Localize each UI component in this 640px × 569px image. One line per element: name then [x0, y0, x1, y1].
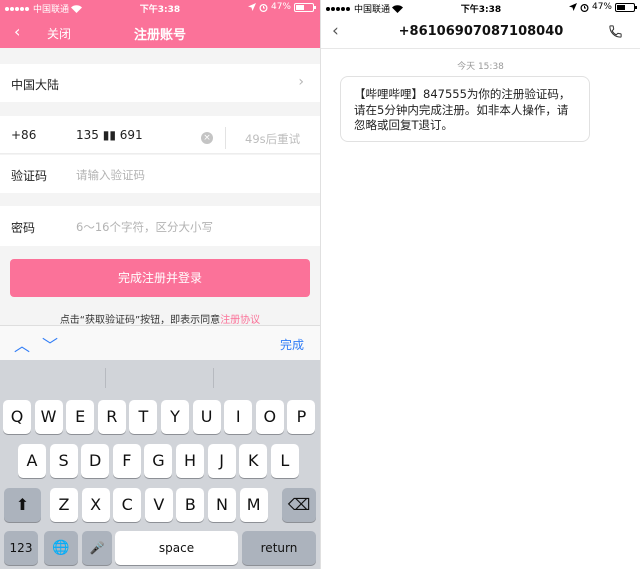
page-title: 注册账号 [133, 28, 186, 43]
key-y[interactable]: Y [161, 400, 189, 434]
key-f[interactable]: F [112, 444, 141, 478]
phone-input[interactable]: 135 ▮▮ 691 [76, 128, 143, 142]
clear-icon[interactable]: × [201, 132, 213, 144]
region-selector[interactable]: 中国大陆 › [0, 64, 320, 102]
numbers-key[interactable]: 123 [4, 531, 38, 565]
key-n[interactable]: N [208, 488, 236, 522]
return-key[interactable]: return [242, 531, 316, 565]
shift-key[interactable]: ⬆ [4, 488, 41, 522]
key-x[interactable]: X [81, 488, 110, 522]
mic-key[interactable]: 🎤 [82, 531, 112, 565]
previous-field-icon[interactable]: ︿ [14, 332, 30, 356]
alarm-icon [259, 3, 268, 12]
sms-screen: 中国联通 下午3:38 47% ‹ +86106907087108040 今天 … [320, 0, 640, 569]
resend-countdown[interactable]: 49s后重试 [245, 131, 300, 147]
key-b[interactable]: B [176, 488, 205, 522]
message-bubble: 【哔哩哔哩】847555为你的注册验证码，请在5分钟内完成注册。如非本人操作，请… [340, 76, 590, 142]
sender-number: +86106907087108040 [398, 24, 564, 39]
phone-icon[interactable] [608, 24, 623, 39]
key-i[interactable]: I [224, 400, 253, 434]
delete-key[interactable]: ⌫ [282, 488, 316, 522]
keyboard-toolbar: ︿ ﹀ 完成 [0, 325, 320, 360]
key-j[interactable]: J [207, 444, 236, 478]
agreement-text: 点击“获取验证码”按钮，即表示同意注册协议 [0, 311, 320, 326]
status-bar: 中国联通 下午3:38 47% [0, 0, 320, 16]
keyboard: ⬆ ⌫ 123 🌐 🎤 space return QWERTYUIOP ASDFG… [0, 360, 320, 569]
key-d[interactable]: D [81, 444, 110, 478]
location-icon [247, 3, 256, 11]
submit-register-button[interactable]: 完成注册并登录 [10, 259, 310, 297]
key-g[interactable]: G [144, 444, 173, 478]
register-screen: 中国联通 下午3:38 47% ‹ 关闭 注册账号 中国大陆 › +86 135… [0, 0, 320, 569]
location-icon [568, 3, 577, 11]
country-code[interactable]: +86 [11, 128, 36, 142]
key-h[interactable]: H [176, 444, 204, 478]
phone-row: +86 135 ▮▮ 691 × 49s后重试 [0, 116, 320, 154]
key-l[interactable]: L [270, 444, 299, 478]
alarm-icon [580, 3, 589, 12]
key-o[interactable]: O [255, 400, 284, 434]
chevron-right-icon: › [298, 74, 304, 90]
key-r[interactable]: R [97, 400, 126, 434]
verification-label: 验证码 [11, 169, 48, 183]
key-w[interactable]: W [34, 400, 63, 434]
password-label: 密码 [11, 221, 36, 235]
key-m[interactable]: M [239, 488, 268, 522]
prediction-divider [105, 368, 106, 388]
next-field-icon[interactable]: ﹀ [42, 332, 58, 356]
key-v[interactable]: V [144, 488, 173, 522]
space-key[interactable]: space [115, 531, 238, 565]
conversation-header: ‹ +86106907087108040 [321, 16, 640, 49]
password-row[interactable]: 密码 6～16个字符，区分大小写 [0, 206, 320, 246]
key-a[interactable]: A [18, 444, 46, 478]
key-c[interactable]: C [113, 488, 142, 522]
key-z[interactable]: Z [50, 488, 78, 522]
key-s[interactable]: S [49, 444, 78, 478]
password-input[interactable]: 6～16个字符，区分大小写 [76, 219, 213, 235]
key-q[interactable]: Q [3, 400, 31, 434]
key-p[interactable]: P [287, 400, 316, 434]
key-t[interactable]: T [129, 400, 158, 434]
globe-key[interactable]: 🌐 [44, 531, 78, 565]
verification-row[interactable]: 验证码 请输入验证码 [0, 155, 320, 193]
divider [225, 127, 226, 149]
prediction-divider [213, 368, 214, 388]
key-e[interactable]: E [66, 400, 95, 434]
battery-percent: 47% [270, 2, 291, 12]
battery-icon [615, 2, 637, 12]
battery-icon [294, 2, 316, 12]
key-k[interactable]: K [239, 444, 268, 478]
region-value: 中国大陆 [11, 78, 60, 92]
message-timestamp: 今天 15:38 [457, 62, 504, 72]
battery-percent: 47% [591, 2, 612, 12]
nav-bar: ‹ 关闭 注册账号 [0, 16, 320, 48]
done-button[interactable]: 完成 [280, 336, 304, 353]
key-u[interactable]: U [192, 400, 221, 434]
status-bar: 中国联通 下午3:38 47% [321, 0, 640, 16]
verification-input[interactable]: 请输入验证码 [76, 167, 145, 183]
